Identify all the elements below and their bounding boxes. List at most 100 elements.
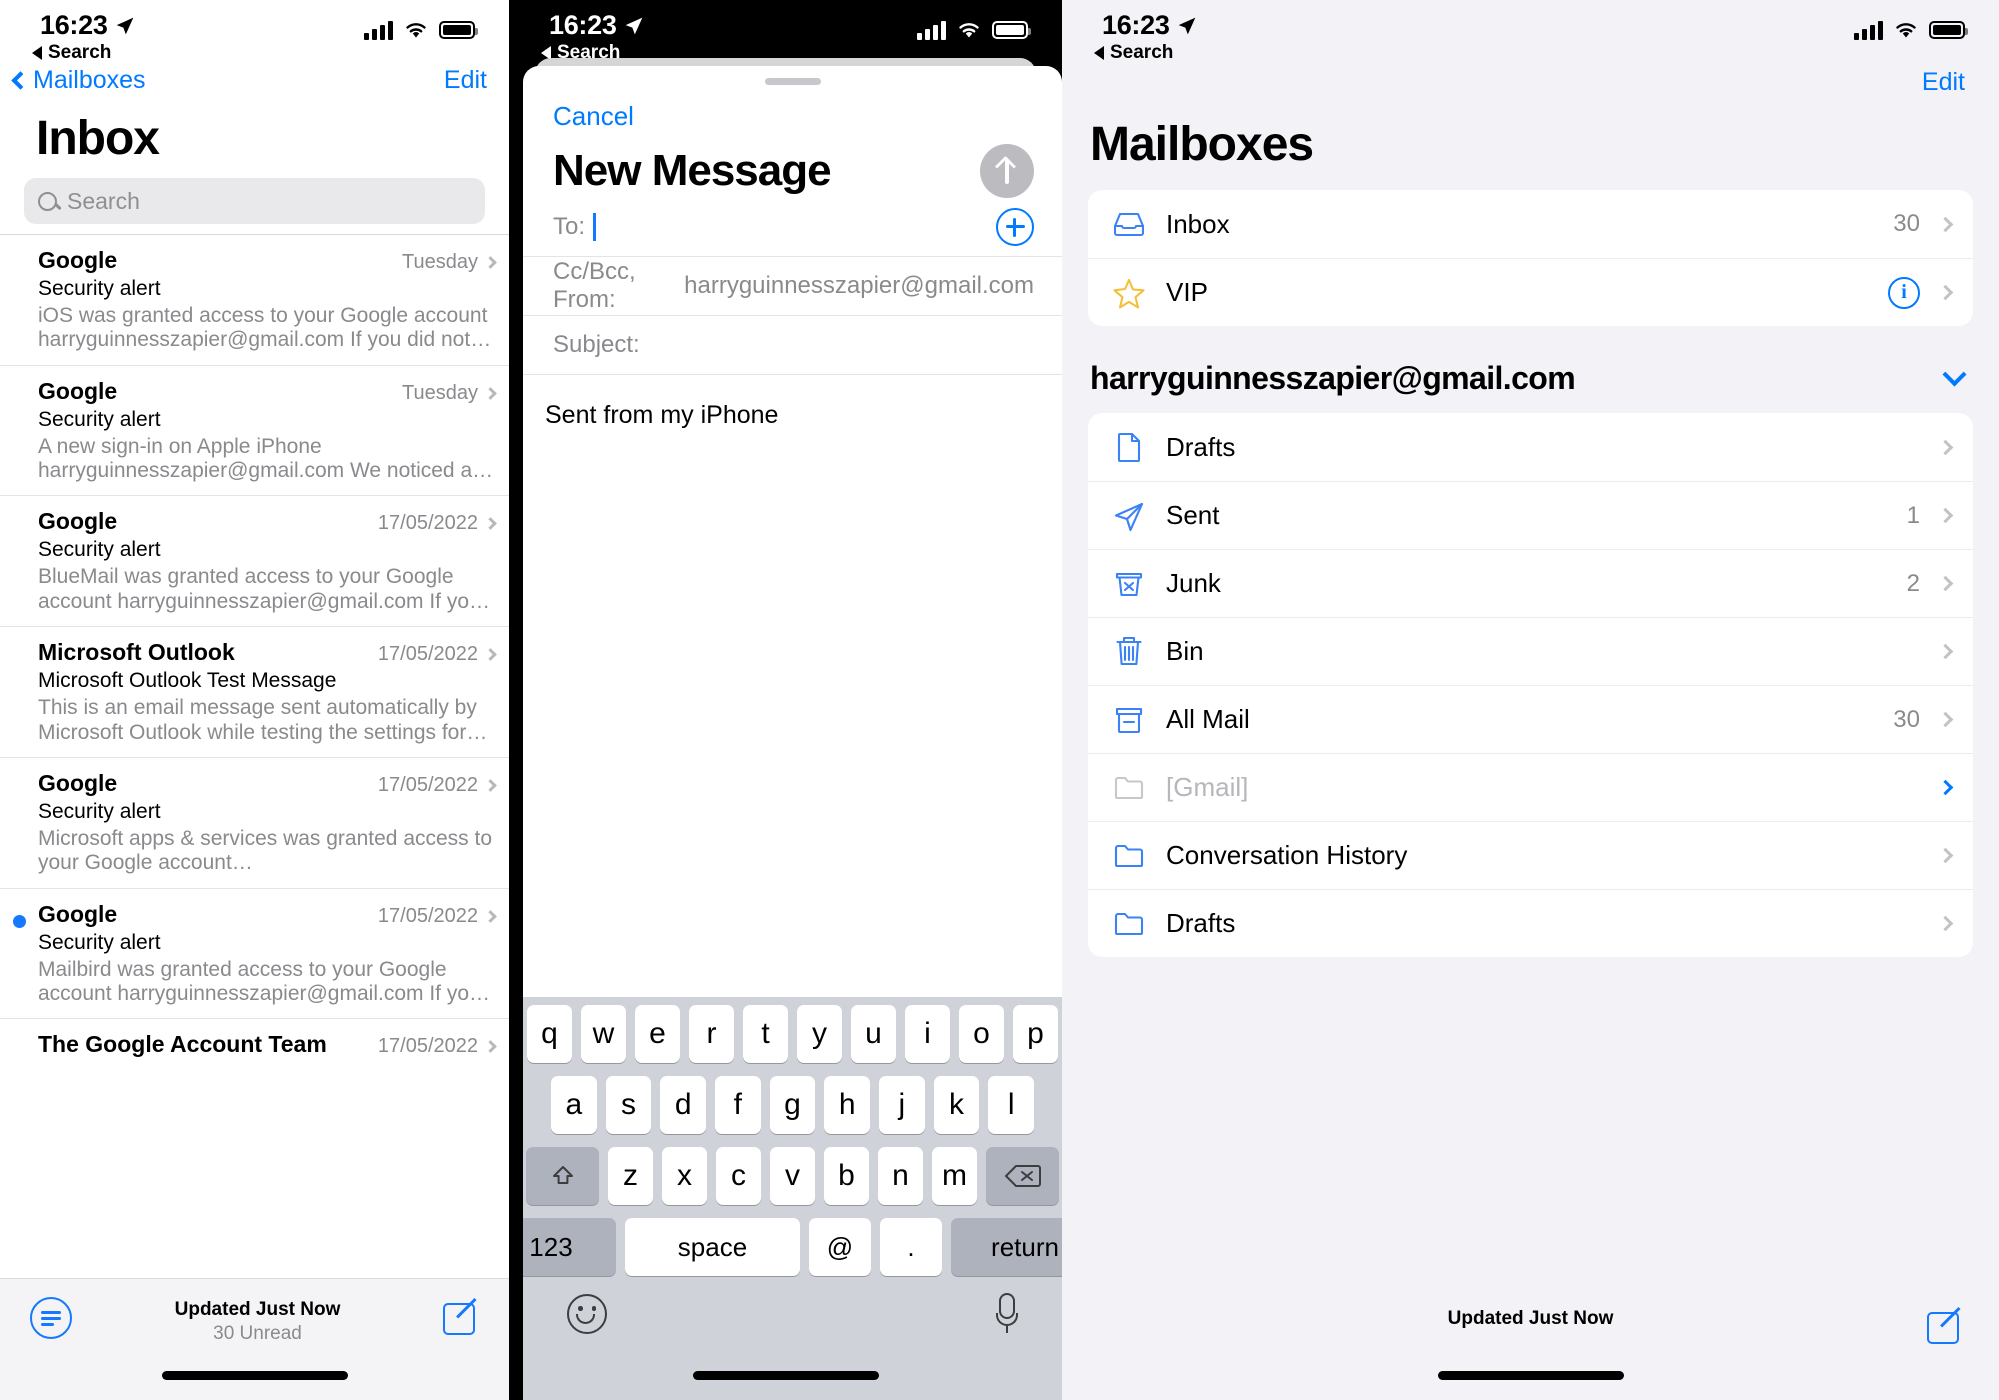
- ccbcc-from-field-row[interactable]: Cc/Bcc, From: harryguinnesszapier@gmail.…: [523, 257, 1062, 316]
- mailbox-row-inbox[interactable]: Inbox 30: [1088, 190, 1973, 258]
- mailbox-row-drafts[interactable]: Drafts: [1088, 413, 1973, 481]
- key-q[interactable]: q: [527, 1005, 572, 1063]
- key-s[interactable]: s: [605, 1076, 652, 1134]
- key-x[interactable]: x: [662, 1147, 707, 1205]
- email-subject: Security alert: [38, 930, 161, 954]
- key-j[interactable]: j: [879, 1076, 925, 1134]
- status-bar-left: 16:23 Search: [32, 10, 135, 64]
- compose-icon[interactable]: [1927, 1306, 1963, 1346]
- mailbox-row-drafts[interactable]: Drafts: [1088, 889, 1973, 957]
- mailbox-row-junk[interactable]: Junk 2: [1088, 549, 1973, 617]
- mailbox-label: Inbox: [1166, 208, 1230, 239]
- mailbox-row-sent[interactable]: Sent 1: [1088, 481, 1973, 549]
- email-header: Google 17/05/2022: [38, 508, 497, 535]
- cellular-signal-icon: [917, 20, 946, 40]
- key-w[interactable]: w: [581, 1005, 626, 1063]
- delete-key[interactable]: [986, 1147, 1059, 1205]
- key-e[interactable]: e: [635, 1005, 680, 1063]
- email-header: The Google Account Team 17/05/2022: [38, 1031, 497, 1058]
- email-list-item[interactable]: Google Tuesday Security alert iOS was grant…: [0, 234, 509, 365]
- key-k[interactable]: k: [933, 1076, 980, 1134]
- key-z[interactable]: z: [608, 1147, 653, 1205]
- key-g[interactable]: g: [769, 1076, 816, 1134]
- period-key[interactable]: .: [880, 1218, 942, 1276]
- key-t[interactable]: t: [743, 1005, 788, 1063]
- key-y[interactable]: y: [797, 1005, 842, 1063]
- status-bar: 16:23 Search: [0, 0, 509, 63]
- key-r[interactable]: r: [689, 1005, 734, 1063]
- keyboard-row-3: zxcvbnm: [526, 1147, 1059, 1205]
- microphone-icon[interactable]: [996, 1293, 1018, 1335]
- email-list-item[interactable]: Google 17/05/2022 Security alert BlueMail w…: [0, 495, 509, 626]
- chevron-down-icon[interactable]: [1942, 362, 1967, 387]
- edit-button[interactable]: Edit: [1922, 68, 1965, 97]
- key-o[interactable]: o: [959, 1005, 1004, 1063]
- email-list-item[interactable]: Google Tuesday Security alert A new sign-in…: [0, 364, 509, 496]
- folder-icon: [1114, 912, 1144, 935]
- sheet-grabber[interactable]: [764, 78, 821, 85]
- cancel-button[interactable]: Cancel: [523, 85, 1062, 132]
- mailbox-row-gmail[interactable]: [Gmail]: [1088, 753, 1973, 821]
- status-back-to-search[interactable]: Search: [1094, 42, 1197, 64]
- email-sender: Microsoft Outlook: [38, 639, 235, 666]
- to-field-row[interactable]: To:: [523, 198, 1062, 257]
- key-m[interactable]: m: [932, 1147, 977, 1205]
- key-h[interactable]: h: [824, 1076, 871, 1134]
- key-u[interactable]: u: [851, 1005, 896, 1063]
- email-sender: Google: [38, 769, 118, 796]
- key-i[interactable]: i: [905, 1005, 950, 1063]
- edit-button[interactable]: Edit: [444, 66, 487, 95]
- emoji-smiley-icon[interactable]: [567, 1294, 607, 1334]
- search-input[interactable]: Search: [24, 178, 485, 224]
- email-header: Google 17/05/2022: [38, 901, 497, 928]
- email-meta: 17/05/2022: [378, 643, 497, 666]
- mailbox-row-all-mail[interactable]: All Mail 30: [1088, 685, 1973, 753]
- key-c[interactable]: c: [716, 1147, 761, 1205]
- return-key[interactable]: return: [951, 1218, 1062, 1276]
- mailbox-row-bin[interactable]: Bin: [1088, 617, 1973, 685]
- account-header[interactable]: harryguinnesszapier@gmail.com: [1062, 326, 1999, 413]
- status-back-label: Search: [48, 42, 112, 63]
- space-key[interactable]: space: [625, 1218, 800, 1276]
- inbox-toolbar: Updated Just Now 30 Unread: [0, 1278, 509, 1400]
- key-a[interactable]: a: [550, 1076, 597, 1134]
- key-n[interactable]: n: [878, 1147, 923, 1205]
- email-list-item[interactable]: The Google Account Team 17/05/2022: [0, 1018, 509, 1070]
- shift-up-icon: [552, 1166, 573, 1184]
- email-sender: Google: [38, 247, 118, 273]
- key-v[interactable]: v: [770, 1147, 815, 1205]
- message-body[interactable]: Sent from my iPhone: [523, 375, 1062, 430]
- filter-icon[interactable]: [30, 1297, 72, 1339]
- back-to-mailboxes-button[interactable]: Mailboxes: [11, 66, 146, 95]
- key-p[interactable]: p: [1013, 1005, 1058, 1063]
- mailbox-row-vip[interactable]: VIP i: [1088, 258, 1973, 326]
- info-icon[interactable]: i: [1888, 276, 1920, 309]
- status-back-to-search[interactable]: Search: [32, 42, 135, 64]
- email-date: Tuesday: [402, 381, 478, 404]
- from-value: harryguinnesszapier@gmail.com: [684, 272, 1034, 299]
- key-f[interactable]: f: [715, 1076, 761, 1134]
- email-preview: This is an email message sent automatica…: [38, 696, 477, 744]
- key-d[interactable]: d: [660, 1076, 706, 1134]
- send-button[interactable]: [980, 144, 1034, 198]
- numbers-key[interactable]: 123: [523, 1218, 616, 1276]
- key-l[interactable]: l: [988, 1076, 1035, 1134]
- plus-circle-icon[interactable]: [996, 208, 1034, 246]
- email-subject: Security alert: [38, 799, 161, 823]
- subject-field-row[interactable]: Subject:: [523, 316, 1062, 375]
- compose-sheet: Cancel New Message To: Cc/Bcc, From: har…: [523, 66, 1062, 1400]
- unread-dot-icon: [12, 914, 26, 928]
- archive-box-icon: [1115, 707, 1143, 733]
- mailbox-row-conversation-history[interactable]: Conversation History: [1088, 821, 1973, 889]
- at-key[interactable]: @: [809, 1218, 871, 1276]
- chevron-right-icon: [1937, 779, 1954, 796]
- email-list-item[interactable]: Google 17/05/2022 Security alert Microsoft …: [0, 756, 509, 888]
- key-b[interactable]: b: [824, 1147, 869, 1205]
- email-date: 17/05/2022: [377, 1035, 478, 1058]
- updated-label: Updated Just Now: [174, 1299, 341, 1320]
- email-list-item[interactable]: Microsoft Outlook 17/05/2022 Microsoft Out…: [0, 626, 509, 757]
- email-list-item[interactable]: Google 17/05/2022 Security alert Mailbird w…: [0, 887, 509, 1019]
- shift-key[interactable]: [526, 1147, 599, 1205]
- compose-icon[interactable]: [443, 1297, 479, 1337]
- status-bar-right: [364, 10, 478, 40]
